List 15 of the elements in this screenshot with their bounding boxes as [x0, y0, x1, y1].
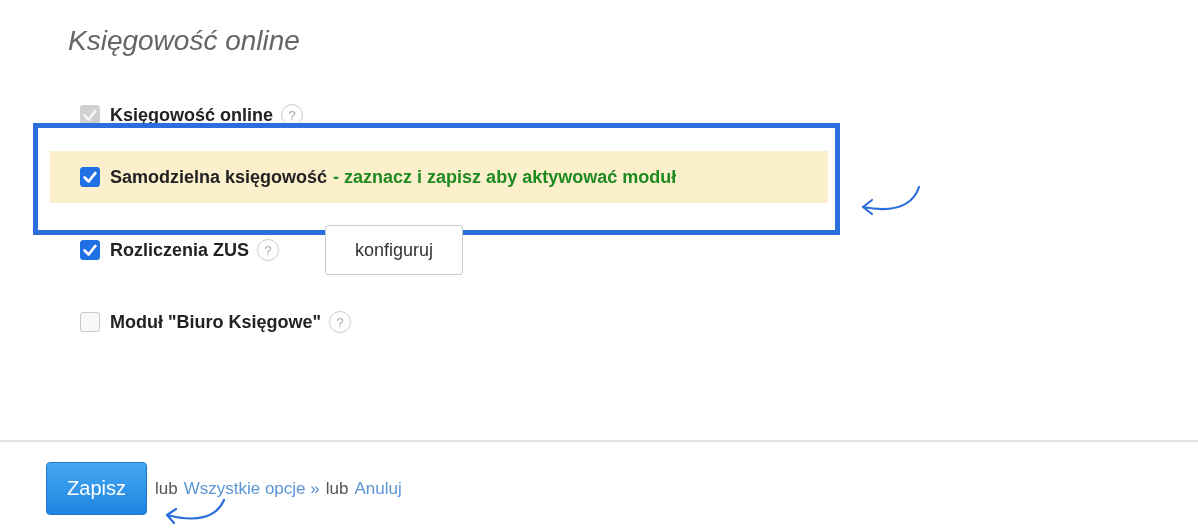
checkbox[interactable]: [80, 240, 100, 260]
module-label: Rozliczenia ZUS: [110, 239, 250, 261]
checkbox[interactable]: [80, 312, 100, 332]
footer-text: lub: [325, 478, 349, 499]
footer-link[interactable]: Wszystkie opcje »: [183, 478, 320, 499]
module-label: Moduł "Biuro Księgowe": [110, 311, 322, 333]
checkbox[interactable]: [80, 167, 100, 187]
module-label: Samodzielna księgowość: [110, 166, 328, 188]
module-label: Księgowość online: [110, 104, 274, 126]
footer-link[interactable]: Anuluj: [354, 478, 402, 499]
section-title: Księgowość online: [67, 24, 301, 58]
save-button[interactable]: Zapisz: [46, 462, 147, 515]
configure-button[interactable]: konfiguruj: [325, 225, 464, 275]
module-note: - zaznacz i zapisz aby aktywować moduł: [333, 166, 677, 188]
footer-text: lub: [155, 478, 178, 499]
